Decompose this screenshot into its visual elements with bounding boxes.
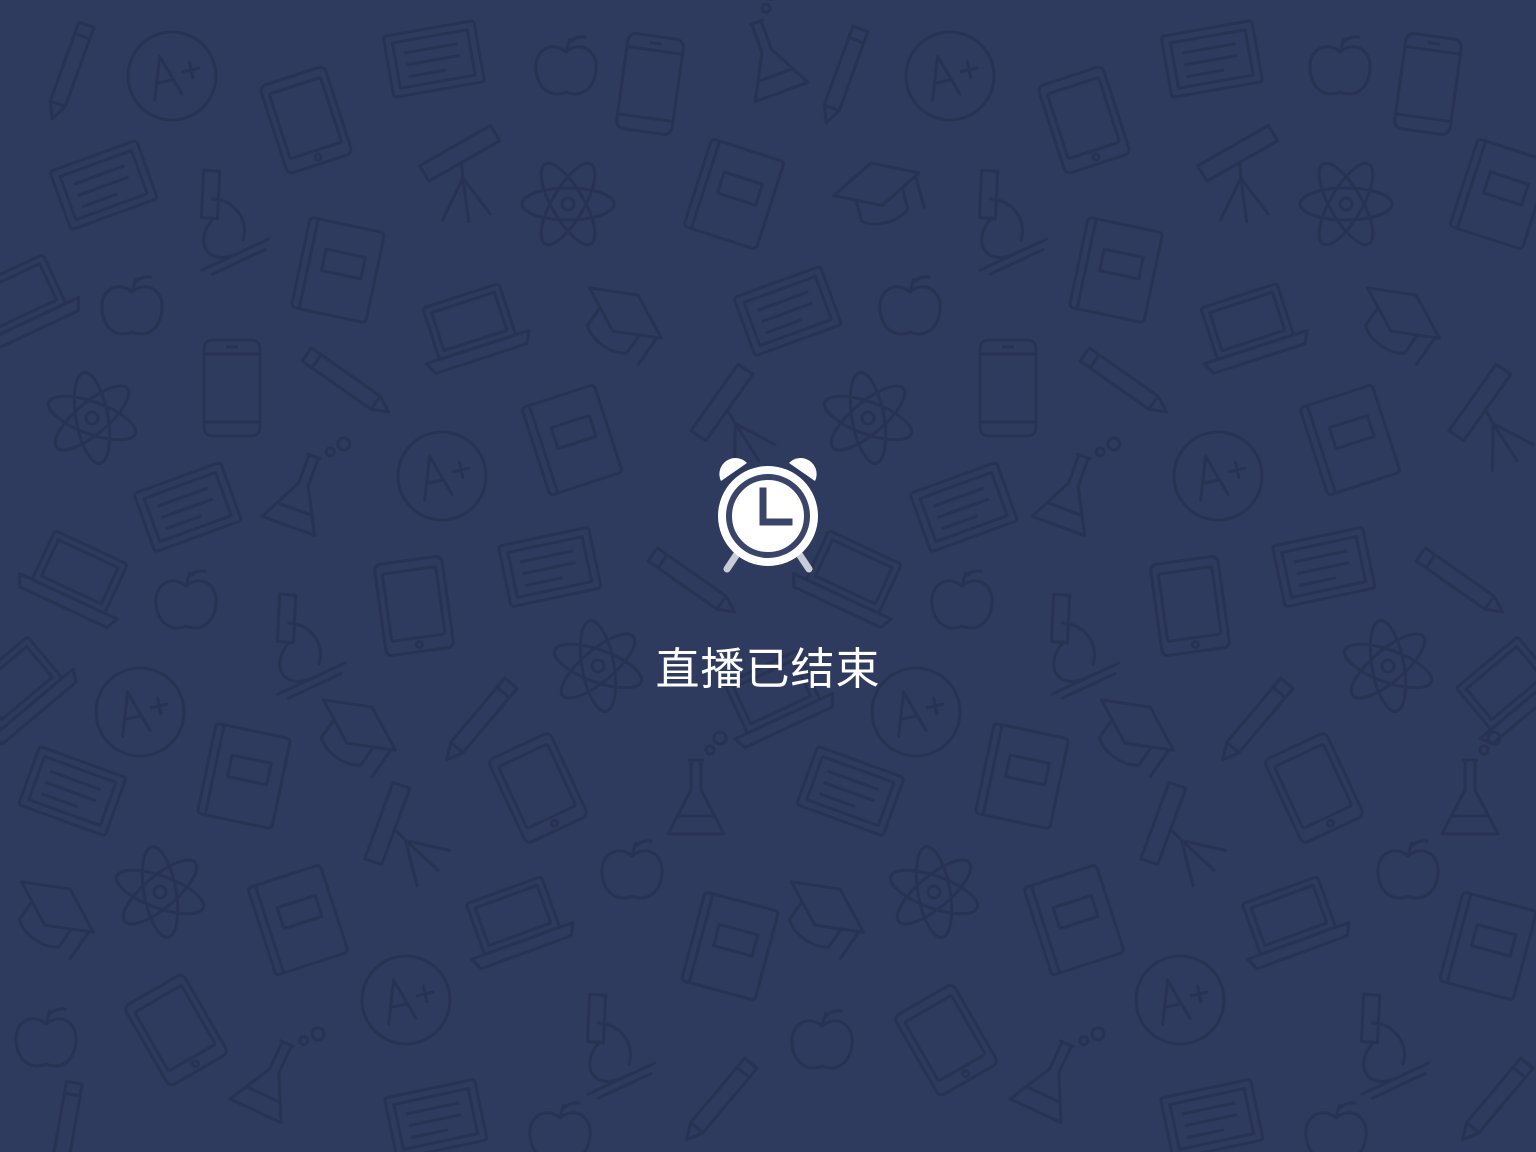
live-ended-message: 直播已结束 xyxy=(655,644,881,695)
live-ended-panel: 直播已结束 xyxy=(0,455,1536,698)
alarm-clock-icon xyxy=(718,458,818,573)
